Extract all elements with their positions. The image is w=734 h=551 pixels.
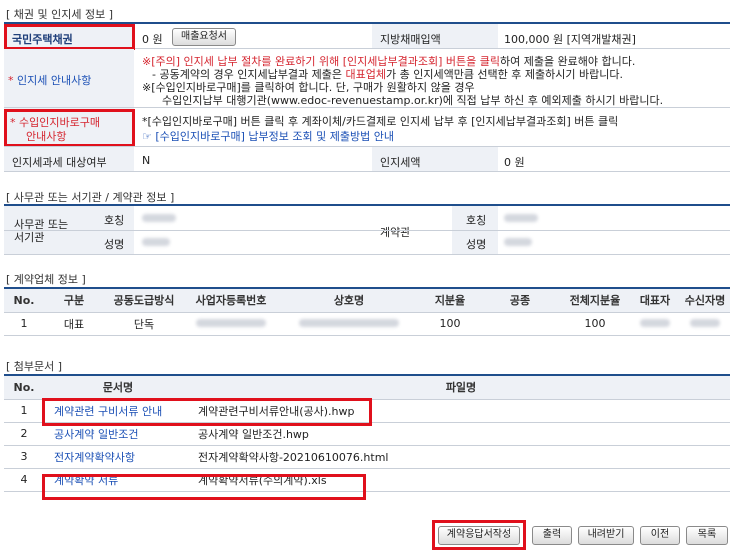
officer-title-label: 호칭 [104,214,125,227]
revenue-stamp-instruction: *[수입인지바로구매] 버튼 클릭 후 계좌이체/카드결제로 인지세 납부 후 … [142,115,619,128]
attachments-section-title: [ 첨부문서 ] [6,360,63,373]
officer-name-label: 성명 [104,238,125,251]
att-file-name[interactable]: 전자계약확약사항-20210610076.html [192,445,730,469]
col-bizno: 사업자등록번호 [184,289,278,313]
contract-officer-name-label: 성명 [466,238,487,251]
print-button[interactable]: 출력 [532,526,572,545]
row-method: 단독 [104,312,184,336]
highlight-attachment-1 [42,398,372,426]
col-receiver: 수신자명 [680,289,730,313]
att-no: 1 [4,399,44,423]
create-response-button[interactable]: 계약응답서작성 [438,526,520,545]
col-method: 공동도급방식 [104,289,184,313]
col-no: No. [4,289,44,313]
row-bizno [184,312,278,336]
att-doc-link[interactable]: 전자계약확약사항 [44,445,192,469]
col-total-share: 전체지분율 [560,289,630,313]
officer-title-value [142,214,176,222]
col-ceo: 대표자 [630,289,680,313]
att-col-no: No. [4,376,44,400]
contractor-table: No. 구분 공동도급방식 사업자등록번호 상호명 지분율 공종 전체지분율 대… [4,289,730,336]
bond-stamp-section-title: [ 채권 및 인지세 정보 ] [6,8,114,21]
stamp-tax-amount-value: 0 원 [504,156,525,169]
stamp-tax-amount-label: 인지세액 [380,156,421,169]
revenue-stamp-guide-link[interactable]: ☞ [수입인지바로구매] 납부정보 조회 및 제출방법 안내 [142,128,394,144]
prev-button[interactable]: 이전 [640,526,680,545]
att-col-file: 파일명 [192,376,730,400]
att-no: 3 [4,445,44,469]
contract-officer-title-label: 호칭 [466,214,487,227]
highlight-revenue-stamp [4,109,135,147]
stamp-info-label: * 인지세 안내사항 [8,74,92,87]
officer-section-title: [ 사무관 또는 서기관 / 계약관 정보 ] [6,191,175,204]
col-company: 상호명 [278,289,420,313]
highlight-attachment-4 [42,474,366,500]
att-no: 4 [4,468,44,492]
officer-label-line2: 서기관 [14,231,45,244]
national-bond-value: 0 원 [142,33,163,46]
row-total-share: 100 [560,312,630,336]
row-receiver [680,312,730,336]
col-work: 공종 [480,289,560,313]
row-no: 1 [4,312,44,336]
stamp-tax-target-label: 인지세과세 대상여부 [12,156,107,169]
contractor-section-title: [ 계약업체 정보 ] [6,273,86,286]
row-company [278,312,420,336]
highlight-national-bond [4,24,135,50]
contract-officer-name-value [504,238,532,246]
stamp-tax-target-value: N [142,154,151,167]
officer-name-value [142,238,170,246]
local-bond-value: 100,000 원 [지역개발채권] [504,33,636,46]
contract-officer-label: 계약관 [380,226,411,239]
attachments-header-row: No. 문서명 파일명 [4,376,730,400]
att-col-doc: 문서명 [44,376,192,400]
list-button[interactable]: 목록 [686,526,728,545]
download-button[interactable]: 내려받기 [578,526,634,545]
row-work [480,312,560,336]
contractor-header-row: No. 구분 공동도급방식 사업자등록번호 상호명 지분율 공종 전체지분율 대… [4,289,730,313]
col-type: 구분 [44,289,104,313]
table-row: 3 전자계약확약사항 전자계약확약사항-20210610076.html [4,445,730,469]
contract-officer-title-value [504,214,538,222]
row-share: 100 [420,312,480,336]
row-type: 대표 [44,312,104,336]
att-no: 2 [4,422,44,446]
stamp-notice-line4: 수입인지납부 대행기관(www.edoc-revenuestamp.or.kr)… [162,94,664,107]
sales-request-button[interactable]: 매출요청서 [172,28,236,46]
table-row: 1 대표 단독 100 100 [4,312,730,336]
local-bond-label: 지방채매입액 [380,33,441,46]
col-share: 지분율 [420,289,480,313]
row-ceo [630,312,680,336]
